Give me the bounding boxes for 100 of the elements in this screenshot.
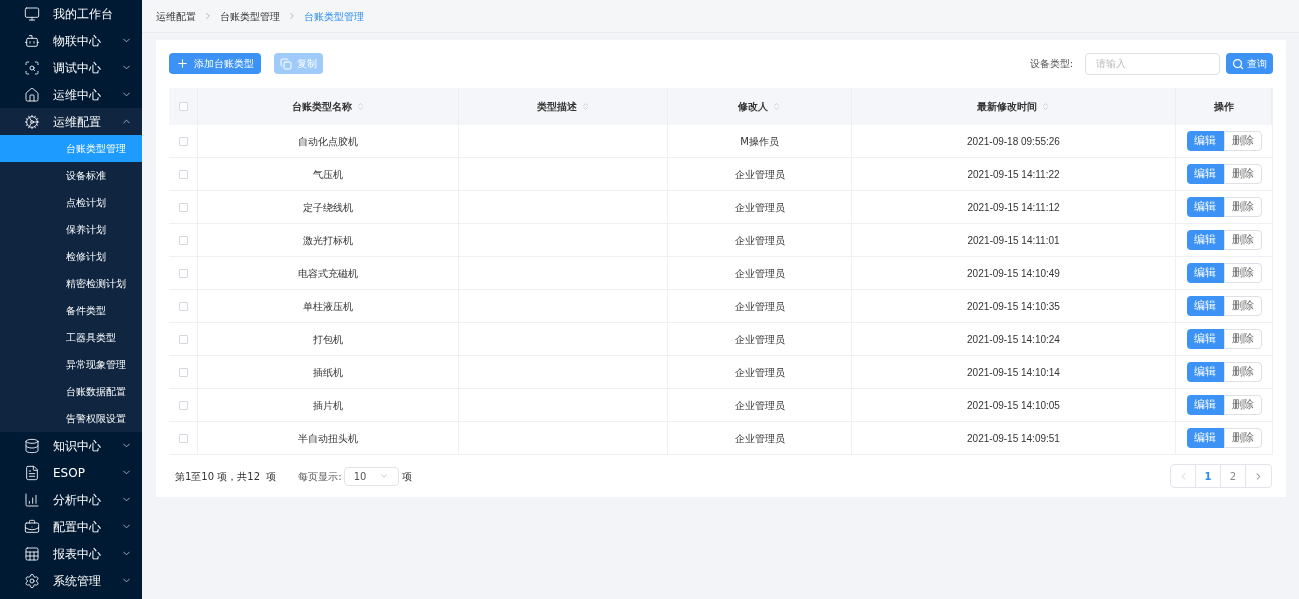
column-header[interactable]: 类型描述 <box>459 88 668 125</box>
delete-button[interactable]: 删除 <box>1223 428 1262 448</box>
table-cell-text: 企业管理员 <box>734 398 785 413</box>
menu-item[interactable]: 知识中心 <box>0 432 142 459</box>
submenu-item[interactable]: 精密检测计划 <box>0 270 142 297</box>
table-cell-text: 单柱液压机 <box>303 299 353 314</box>
menu-item[interactable]: 分析中心 <box>0 486 142 513</box>
table-cell-text: M操作员 <box>740 134 779 149</box>
table-cell-text: 企业管理员 <box>734 167 785 182</box>
database-icon <box>24 437 40 454</box>
copy-icon <box>280 57 292 70</box>
delete-button[interactable]: 删除 <box>1223 131 1262 151</box>
table-cell-text: 企业管理员 <box>734 233 785 248</box>
table-cell-text: 半自动扭头机 <box>298 431 358 446</box>
table-cell-text: 企业管理员 <box>734 299 785 314</box>
search-icon <box>1232 57 1244 70</box>
delete-button[interactable]: 删除 <box>1223 197 1262 217</box>
column-header[interactable]: 修改人 <box>668 88 852 125</box>
table-cell-text: 2021-09-15 14:10:24 <box>967 332 1060 347</box>
menu-item[interactable]: 我的工作台 <box>0 0 142 27</box>
menu-item[interactable]: 系统管理 <box>0 567 142 594</box>
page-size-label: 每页显示: <box>298 469 342 484</box>
submenu-item[interactable]: 设备标准 <box>0 162 142 189</box>
table-cell-text: 气压机 <box>313 167 343 182</box>
table-cell-text: 定子绕线机 <box>303 200 353 215</box>
page-button[interactable]: 2 <box>1221 465 1246 487</box>
table-cell-text: 2021-09-15 14:11:12 <box>967 200 1060 215</box>
delete-button[interactable]: 删除 <box>1223 395 1262 415</box>
bar-chart-icon <box>24 491 40 508</box>
menu-item[interactable]: 调试中心 <box>0 54 142 81</box>
submenu-item[interactable]: 点检计划 <box>0 189 142 216</box>
pagination-summary: 第1至10 项，共12 项 <box>175 469 277 484</box>
table-cell-text: 2021-09-15 14:10:35 <box>967 299 1060 314</box>
menu-item[interactable]: 配置中心 <box>0 513 142 540</box>
checkbox[interactable] <box>178 301 188 311</box>
page-size-suffix: 项 <box>401 469 412 484</box>
separator-icon <box>287 11 297 21</box>
checkbox[interactable] <box>178 334 188 344</box>
checkbox[interactable] <box>178 202 188 212</box>
menu-item[interactable]: 物联中心 <box>0 27 142 54</box>
monitor-icon <box>24 5 40 22</box>
submenu-item[interactable]: 告警权限设置 <box>0 405 142 432</box>
table-cell-text: 插纸机 <box>313 365 343 380</box>
table-cell-text: 打包机 <box>313 332 343 347</box>
table-cell-text: 2021-09-15 14:09:51 <box>967 431 1060 446</box>
breadcrumb-link[interactable]: 台账类型管理 <box>220 8 280 24</box>
table-cell-text: 2021-09-15 14:11:22 <box>967 167 1060 182</box>
robot-icon <box>24 32 40 49</box>
gear-icon <box>24 113 40 130</box>
table-cell-text: 激光打标机 <box>303 233 353 248</box>
delete-button[interactable]: 删除 <box>1223 296 1262 316</box>
separator-icon <box>203 11 213 21</box>
table-cell-text: 企业管理员 <box>734 332 785 347</box>
magnifier-icon <box>24 59 40 76</box>
document-icon <box>24 464 40 481</box>
delete-button[interactable]: 删除 <box>1223 362 1262 382</box>
checkbox[interactable] <box>178 433 188 443</box>
checkbox[interactable] <box>178 400 188 410</box>
table-cell-text: 2021-09-18 09:55:26 <box>967 134 1060 149</box>
device-type-field[interactable]: 请输入 <box>1085 52 1220 75</box>
menu-item[interactable]: ESOP <box>0 459 142 486</box>
delete-button[interactable]: 删除 <box>1223 164 1262 184</box>
table-cell-text: 2021-09-15 14:10:14 <box>967 365 1060 380</box>
table-cell-text: 企业管理员 <box>734 200 785 215</box>
table-cell-text: 2021-09-15 14:10:49 <box>967 266 1060 281</box>
menu-item[interactable]: 报表中心 <box>0 540 142 567</box>
submenu-item[interactable]: 工器具类型 <box>0 324 142 351</box>
table-cell-text: 电容式充磁机 <box>298 266 358 281</box>
submenu-item[interactable]: 备件类型 <box>0 297 142 324</box>
checkbox[interactable] <box>178 136 188 146</box>
breadcrumb-link[interactable]: 运维配置 <box>156 8 196 24</box>
menu-item[interactable]: 运维配置 <box>0 108 142 135</box>
table-cell-text: 插片机 <box>313 398 343 413</box>
table-cell-text: 自动化点胶机 <box>298 134 358 149</box>
checkbox[interactable] <box>178 367 188 377</box>
table-cell-text: 企业管理员 <box>734 431 785 446</box>
menu-item[interactable]: 运维中心 <box>0 81 142 108</box>
submenu-item[interactable]: 台账数据配置 <box>0 378 142 405</box>
filter-label: 设备类型: <box>1029 57 1073 71</box>
chevron-down-icon <box>378 471 389 481</box>
checkbox[interactable] <box>178 235 188 245</box>
delete-button[interactable]: 删除 <box>1223 230 1262 250</box>
submenu-item[interactable]: 检修计划 <box>0 243 142 270</box>
table-icon <box>24 545 40 562</box>
checkbox[interactable] <box>178 169 188 179</box>
table-cell-text: 企业管理员 <box>734 266 785 281</box>
submenu-item[interactable]: 异常现象管理 <box>0 351 142 378</box>
delete-button[interactable]: 删除 <box>1223 329 1262 349</box>
table-cell-text: 企业管理员 <box>734 365 785 380</box>
settings-icon <box>24 572 40 589</box>
house-icon <box>24 86 40 103</box>
submenu-item[interactable]: 保养计划 <box>0 216 142 243</box>
table-cell-text: 2021-09-15 14:11:01 <box>967 233 1060 248</box>
column-header[interactable]: 最新修改时间 <box>852 88 1176 125</box>
delete-button[interactable]: 删除 <box>1223 263 1262 283</box>
column-header[interactable]: 台账类型名称 <box>198 88 459 125</box>
checkbox[interactable] <box>178 102 188 111</box>
page-size-select[interactable]: 10 <box>343 466 399 486</box>
checkbox[interactable] <box>178 268 188 278</box>
briefcase-icon <box>24 518 40 535</box>
